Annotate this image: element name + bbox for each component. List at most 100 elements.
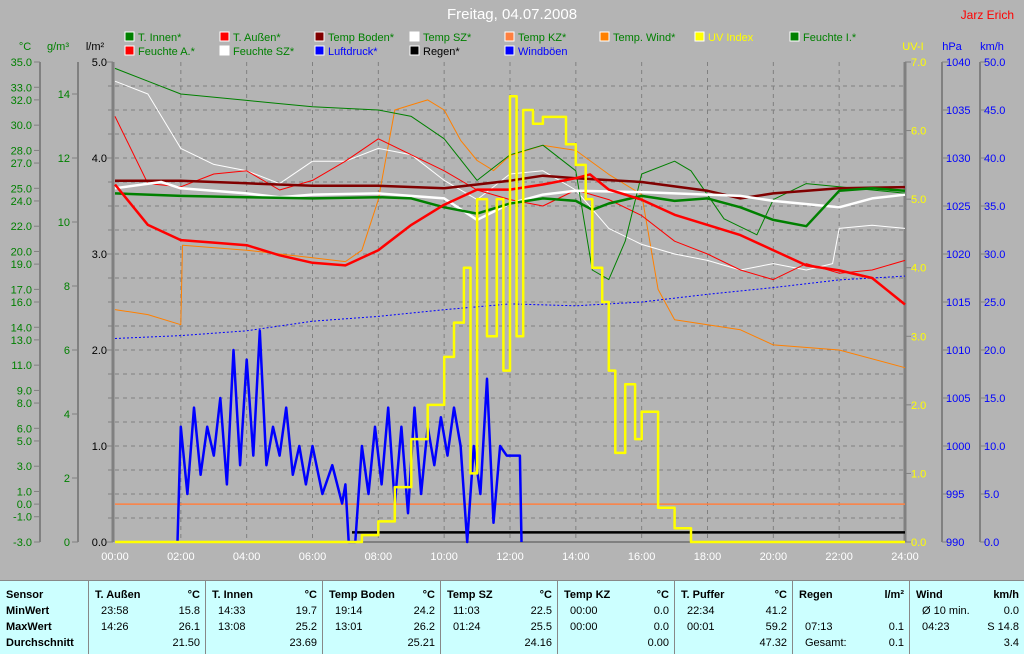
hum-tick-label: 6 [64, 345, 70, 357]
stats-unit: l/m² [884, 589, 904, 601]
legend-label: UV Index [708, 32, 754, 44]
stats-header: Sensor [6, 589, 44, 601]
wind-tick-label: 5.0 [984, 489, 999, 501]
temp-tick-label: 20.0 [11, 246, 32, 258]
legend-item[interactable]: Temp KZ* [504, 31, 567, 44]
temp-axis-unit: °C [19, 41, 31, 53]
stats-cell-label: 07:13 [805, 621, 833, 633]
stats-unit: °C [187, 589, 200, 601]
legend-item[interactable]: Feuchte A.* [124, 45, 196, 58]
hum-tick-label: 10 [58, 217, 70, 229]
stats-cell-value: 15.8 [178, 605, 200, 617]
uv-tick-label: 4.0 [911, 263, 926, 275]
stats-cell-value: 47.32 [759, 637, 787, 649]
legend-item[interactable]: Regen* [409, 45, 460, 58]
rain-tick-label: 0.0 [92, 537, 107, 549]
stats-unit: °C [304, 589, 317, 601]
rain-tick-label: 2.0 [92, 345, 107, 357]
stats-column: Temp Boden °C 19:14 24.2 13:01 26.2 25.21 [322, 581, 441, 654]
press-tick-label: 1005 [946, 393, 970, 405]
stats-cell-value: 24.16 [524, 637, 552, 649]
press-tick-label: 1020 [946, 249, 970, 261]
legend-item[interactable]: UV Index [694, 31, 754, 44]
legend-item[interactable]: Luftdruck* [314, 45, 378, 58]
stats-cell-value: 41.2 [765, 605, 787, 617]
legend-label: Temp Boden* [328, 32, 395, 44]
wind-tick-label: 45.0 [984, 105, 1005, 117]
legend-label: Regen* [423, 46, 460, 58]
stats-cell-label: 00:01 [687, 621, 715, 633]
uv-tick-label: 5.0 [911, 194, 926, 206]
rain-tick-label: 3.0 [92, 249, 107, 261]
temp-tick-label: 25.0 [11, 183, 32, 195]
stats-cell-label: 00:00 [570, 605, 598, 617]
x-tick-label: 20:00 [760, 551, 788, 563]
stats-cell-value: 3.4 [1003, 637, 1019, 649]
stats-cell-value: 24.2 [413, 605, 435, 617]
legend-item[interactable]: Temp SZ* [409, 31, 472, 44]
temp-tick-label: 1.0 [17, 486, 32, 498]
legend-item[interactable]: Feuchte I.* [789, 31, 857, 44]
legend-item[interactable]: Temp Boden* [314, 31, 395, 44]
stats-cell-label: Gesamt: [805, 637, 847, 649]
legend-swatch-icon [124, 45, 135, 56]
legend-label: Feuchte I.* [803, 32, 857, 44]
stats-cell-value: 0.0 [653, 605, 669, 617]
x-tick-label: 18:00 [694, 551, 722, 563]
stats-column: Temp SZ °C 11:03 22.5 01:24 25.5 24.16 [440, 581, 558, 654]
legend-label: Temp SZ* [423, 32, 472, 44]
stats-cell-value: 25.21 [407, 637, 435, 649]
legend-item[interactable]: Temp. Wind* [599, 31, 676, 44]
stats-unit: °C [422, 589, 435, 601]
legend-swatch-icon [789, 31, 800, 42]
hum-tick-label: 2 [64, 473, 70, 485]
wind-tick-label: 10.0 [984, 441, 1005, 453]
legend-swatch-icon [219, 45, 230, 56]
stats-cell-label: Ø 10 min. [922, 605, 970, 617]
legend-swatch-icon [694, 31, 705, 42]
legend-swatch-icon [409, 31, 420, 42]
stats-cell-label: 19:14 [335, 605, 363, 617]
wind-tick-label: 50.0 [984, 57, 1005, 69]
legend-label: Windböen [518, 46, 568, 58]
legend-item[interactable]: Windböen [504, 45, 568, 58]
x-tick-label: 22:00 [825, 551, 853, 563]
stats-cell-label: MaxWert [6, 621, 52, 633]
uv-tick-label: 2.0 [911, 400, 926, 412]
press-tick-label: 1040 [946, 57, 970, 69]
legend-label: Temp KZ* [518, 32, 567, 44]
press-tick-label: 1030 [946, 153, 970, 165]
rain-tick-label: 5.0 [92, 57, 107, 69]
uv-tick-label: 1.0 [911, 468, 926, 480]
stats-cell-value: S 14.8 [987, 621, 1019, 633]
stats-cell-value: 26.1 [178, 621, 200, 633]
x-tick-label: 12:00 [496, 551, 524, 563]
hum-tick-label: 4 [64, 409, 70, 421]
rain-tick-label: 4.0 [92, 153, 107, 165]
temp-tick-label: 13.0 [11, 335, 32, 347]
legend-swatch-icon [504, 45, 515, 56]
legend-item[interactable]: Feuchte SZ* [219, 45, 295, 58]
legend-item[interactable]: T. Außen* [219, 31, 281, 44]
legend-swatch-icon [409, 45, 420, 56]
stats-cell-label: 00:00 [570, 621, 598, 633]
temp-tick-label: -1.0 [13, 512, 32, 524]
stats-cell-label: 11:03 [453, 605, 480, 617]
stats-column: Temp KZ °C 00:00 0.0 00:00 0.0 0.00 [557, 581, 675, 654]
hum-axis-unit: g/m³ [47, 41, 69, 53]
legend-label: Temp. Wind* [613, 32, 676, 44]
press-tick-label: 1015 [946, 297, 970, 309]
x-tick-label: 00:00 [101, 551, 129, 563]
legend-item[interactable]: T. Innen* [124, 31, 182, 44]
press-tick-label: 1010 [946, 345, 970, 357]
hum-tick-label: 8 [64, 281, 70, 293]
legend-swatch-icon [314, 31, 325, 42]
x-tick-label: 04:00 [233, 551, 261, 563]
stats-cell-value: 0.0 [1003, 605, 1019, 617]
x-tick-label: 16:00 [628, 551, 656, 563]
hum-tick-label: 14 [58, 89, 70, 101]
statistics-table: Sensor MinWert MaxWert Durchschnitt T. Außen… [0, 580, 1024, 654]
legend-swatch-icon [599, 31, 610, 42]
temp-tick-label: 17.0 [11, 284, 32, 296]
temp-tick-label: 11.0 [11, 360, 32, 372]
